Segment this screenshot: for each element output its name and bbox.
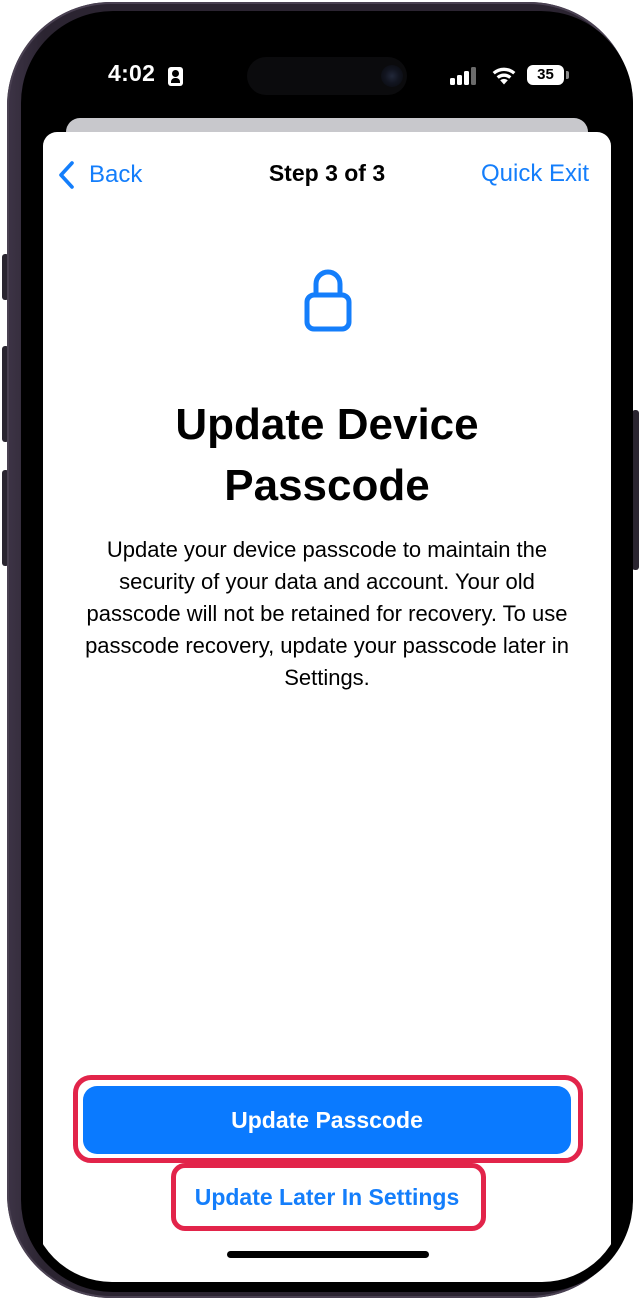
lock-icon [304, 269, 352, 332]
battery-cap [566, 71, 569, 79]
battery-icon: 35 [527, 65, 564, 85]
highlight-outline-primary [73, 1075, 583, 1163]
passcode-sheet: Back Step 3 of 3 Quick Exit Update Devic… [43, 132, 611, 1282]
description-text: Update your device passcode to maintain … [85, 537, 569, 690]
signal-icon [450, 67, 478, 85]
screen: 4:02 35 Back Step 3 of 3 Quick Exit Upda… [30, 20, 624, 1282]
power-button [632, 410, 639, 570]
battery-level: 35 [537, 66, 554, 83]
quick-exit-button[interactable]: Quick Exit [481, 160, 589, 188]
home-indicator[interactable] [227, 1251, 429, 1258]
person-badge-icon [168, 67, 183, 86]
wifi-icon [492, 67, 516, 85]
front-camera-icon [381, 65, 403, 87]
page-title: Update Device Passcode [175, 400, 479, 510]
status-time: 4:02 [108, 60, 156, 86]
page: 4:02 35 Back Step 3 of 3 Quick Exit Upda… [0, 0, 642, 1301]
phone-frame: 4:02 35 Back Step 3 of 3 Quick Exit Upda… [7, 2, 633, 1298]
highlight-outline-secondary [171, 1163, 486, 1231]
